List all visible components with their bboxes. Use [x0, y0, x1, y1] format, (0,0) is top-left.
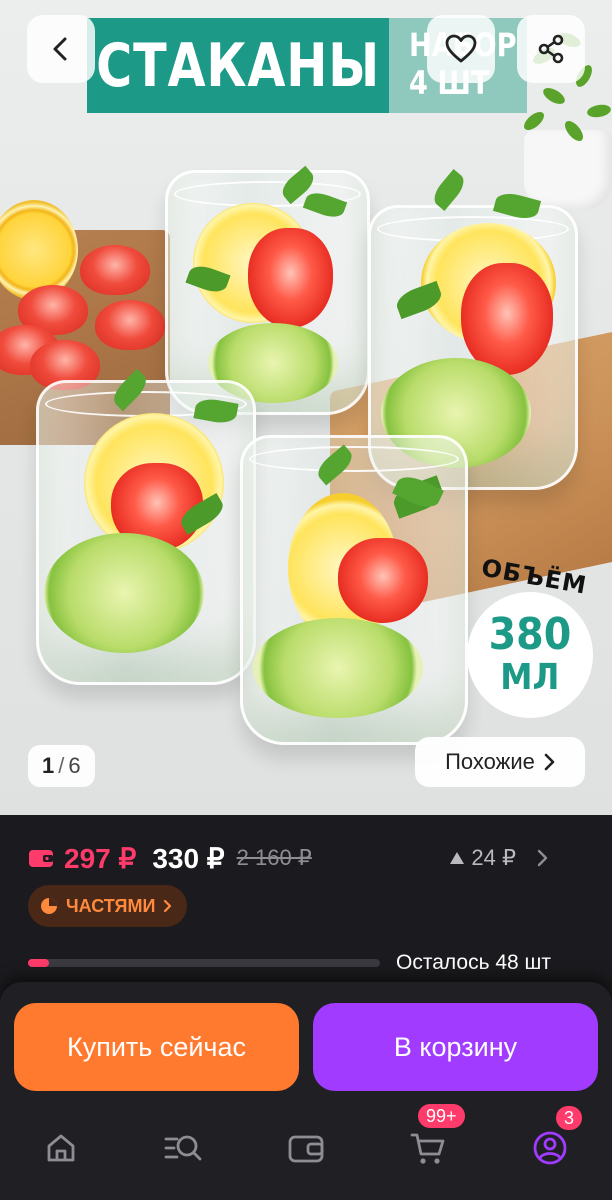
share-icon — [538, 34, 564, 64]
tab-wallet[interactable] — [276, 1118, 336, 1178]
product-image[interactable]: СТАКАНЫ НАБОР 4 ШТ ОБЪЁМ 380 МЛ 1 / 6 По — [0, 0, 612, 815]
current-price: 330 ₽ — [152, 842, 225, 874]
volume-unit: МЛ — [500, 657, 560, 698]
add-to-cart-button[interactable]: В корзину — [313, 1003, 598, 1091]
cart-badge: 99+ — [416, 1102, 467, 1130]
strawberry-slice — [80, 245, 150, 295]
wallet-price: 297 ₽ — [64, 842, 137, 874]
similar-button-label: Похожие — [445, 749, 535, 774]
triangle-up-icon — [450, 852, 465, 864]
buy-now-button[interactable]: Купить сейчас — [14, 1003, 299, 1091]
installments-label: ЧАСТЯМИ — [66, 895, 156, 916]
bonus-amount: 24 ₽ — [471, 845, 516, 870]
share-button[interactable] — [517, 15, 585, 83]
profile-badge: 3 — [554, 1104, 585, 1132]
chevron-right-icon — [537, 849, 548, 867]
cart-icon — [410, 1133, 445, 1164]
stock-remaining: Осталось 48 шт — [396, 951, 551, 974]
drinking-glass — [240, 435, 468, 745]
price-row[interactable]: 297 ₽ 330 ₽ 2 160 ₽ 24 ₽ — [28, 841, 588, 875]
old-price: 2 160 ₽ — [236, 845, 312, 870]
tab-catalog[interactable] — [153, 1118, 213, 1178]
chevron-right-icon — [544, 753, 555, 771]
tab-profile[interactable]: 3 — [520, 1104, 585, 1178]
pie-chart-icon — [41, 898, 57, 914]
bottom-tab-bar: 99+ 3 — [0, 1102, 612, 1188]
heart-icon — [445, 34, 477, 63]
image-pager: 1 / 6 — [28, 745, 95, 787]
tab-home[interactable] — [31, 1118, 91, 1178]
product-title-banner-text: СТАКАНЫ — [96, 30, 380, 101]
wallet-icon — [288, 1135, 324, 1163]
chevron-right-icon — [164, 899, 172, 913]
tab-cart[interactable]: 99+ — [398, 1102, 467, 1178]
pager-separator: / — [58, 753, 65, 778]
pager-total: 6 — [68, 753, 81, 778]
wallet-icon — [29, 850, 53, 867]
volume-badge: 380 МЛ — [467, 592, 593, 718]
pager-current: 1 — [42, 753, 55, 778]
price-panel: 297 ₽ 330 ₽ 2 160 ₽ 24 ₽ ЧАСТЯМИ Осталос… — [0, 815, 612, 990]
similar-button[interactable]: Похожие — [415, 737, 585, 787]
bonus-info[interactable]: 24 ₽ — [449, 841, 548, 875]
strawberry-slice — [95, 300, 165, 350]
volume-value: 380 — [488, 609, 572, 660]
catalog-search-icon — [164, 1135, 202, 1161]
profile-icon — [533, 1131, 567, 1165]
home-icon — [47, 1134, 75, 1162]
stock-progress-bar — [28, 959, 380, 967]
back-button[interactable] — [27, 15, 95, 83]
stock-progress-fill — [28, 959, 50, 967]
favorite-button[interactable] — [427, 15, 495, 83]
product-title-banner: СТАКАНЫ — [87, 18, 389, 113]
chevron-left-icon — [53, 37, 67, 61]
installments-chip[interactable]: ЧАСТЯМИ — [28, 885, 188, 927]
drinking-glass — [36, 380, 256, 685]
bottom-action-sheet: Купить сейчас В корзину 99+ 3 — [0, 982, 612, 1200]
